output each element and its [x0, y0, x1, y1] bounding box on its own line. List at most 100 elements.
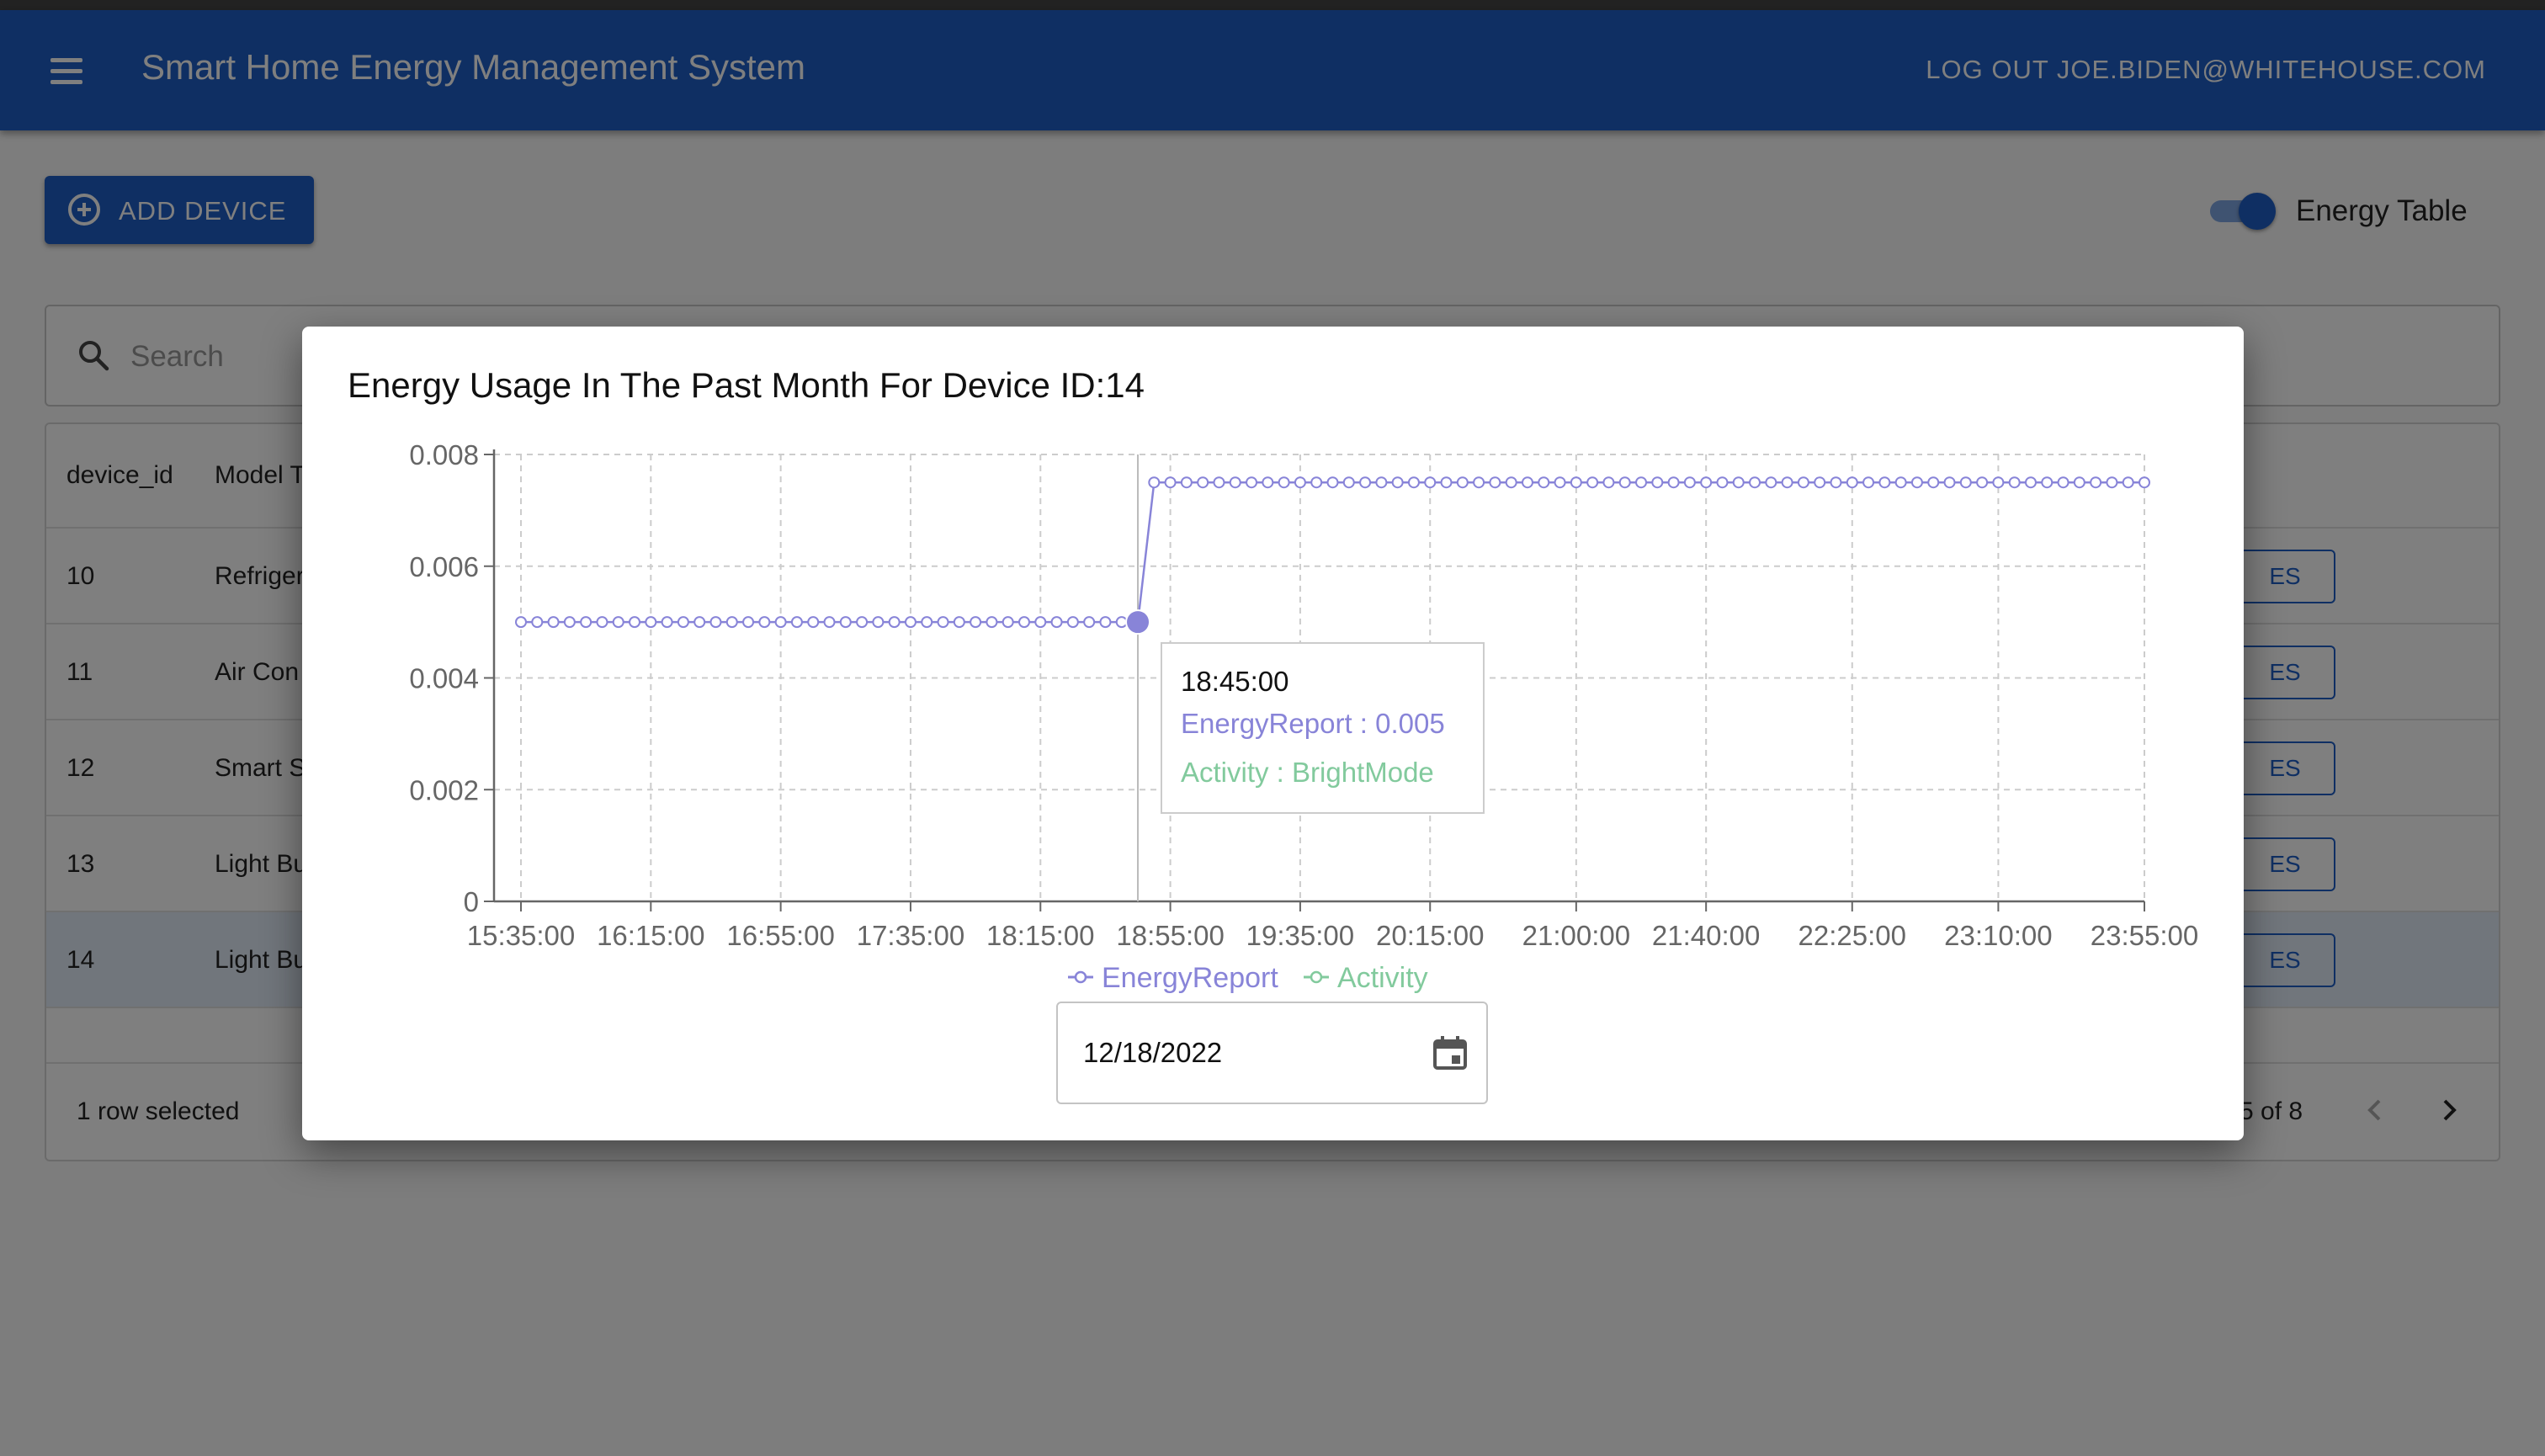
energy-data-point	[2057, 476, 2069, 489]
x-tick-label: 21:40:00	[1652, 920, 1760, 951]
energy-data-point	[725, 616, 738, 629]
tooltip-energy-value: EnergyReport : 0.005	[1181, 708, 1445, 739]
energy-data-point	[629, 616, 641, 629]
energy-data-point	[774, 616, 787, 629]
energy-data-point	[1959, 476, 1972, 489]
energy-data-point	[2024, 476, 2037, 489]
date-picker-input[interactable]: 12/18/2022	[1056, 1002, 1488, 1104]
y-tick-label: 0.008	[409, 439, 479, 470]
energy-data-point	[1943, 476, 1956, 489]
energy-data-point	[1375, 476, 1388, 489]
energy-data-point	[1197, 476, 1209, 489]
chart-tooltip: 18:45:00 EnergyReport : 0.005 Activity :…	[1161, 642, 1485, 814]
energy-data-point	[1554, 476, 1566, 489]
x-tick-label: 23:10:00	[1944, 920, 2052, 951]
energy-data-point	[531, 616, 544, 629]
energy-data-point	[1213, 476, 1225, 489]
energy-data-point	[1846, 476, 1858, 489]
energy-data-point	[1050, 616, 1063, 629]
energy-data-point	[937, 616, 949, 629]
energy-data-point	[790, 616, 803, 629]
energy-series-line	[521, 481, 2144, 624]
energy-data-point	[1878, 476, 1891, 489]
tooltip-activity-value: Activity : BrightMode	[1181, 757, 1434, 788]
energy-data-point	[1066, 616, 1079, 629]
energy-data-point	[1083, 616, 1096, 629]
x-tick-label: 17:35:00	[857, 920, 964, 951]
energy-data-point	[1407, 476, 1420, 489]
energy-data-point	[1456, 476, 1469, 489]
energy-data-point	[1894, 476, 1907, 489]
x-tick-label: 16:15:00	[597, 920, 704, 951]
energy-data-point	[1148, 476, 1161, 489]
energy-data-point	[661, 616, 673, 629]
energy-data-point	[1538, 476, 1550, 489]
x-tick-label: 22:25:00	[1799, 920, 1906, 951]
energy-data-point	[823, 616, 836, 629]
energy-data-point	[2122, 476, 2134, 489]
energy-data-point	[904, 616, 917, 629]
energy-data-point	[1700, 476, 1713, 489]
energy-data-point	[1781, 476, 1793, 489]
energy-data-point	[1570, 476, 1582, 489]
active-data-point[interactable]	[1125, 609, 1151, 635]
legend-swatch-marker	[1074, 970, 1087, 984]
energy-data-point	[1749, 476, 1761, 489]
energy-data-point	[1034, 616, 1047, 629]
energy-data-point	[1489, 476, 1501, 489]
legend-swatch-marker	[1310, 970, 1323, 984]
energy-data-point	[580, 616, 592, 629]
energy-data-point	[1635, 476, 1648, 489]
energy-data-point	[596, 616, 608, 629]
x-tick-label: 23:55:00	[2091, 920, 2198, 951]
energy-data-point	[1099, 616, 1112, 629]
energy-data-point	[1992, 476, 2005, 489]
energy-data-point	[872, 616, 885, 629]
energy-data-point	[515, 616, 527, 629]
energy-data-point	[1002, 616, 1014, 629]
x-tick-label: 16:55:00	[726, 920, 834, 951]
energy-data-point	[1814, 476, 1826, 489]
energy-data-point	[1651, 476, 1664, 489]
x-tick-label: 21:00:00	[1522, 920, 1630, 951]
energy-data-point	[1180, 476, 1193, 489]
legend-label[interactable]: Activity	[1337, 962, 1428, 994]
date-value: 12/18/2022	[1083, 1037, 1223, 1068]
energy-data-point	[1310, 476, 1323, 489]
energy-data-point	[677, 616, 689, 629]
energy-data-point	[2090, 476, 2102, 489]
energy-data-point	[986, 616, 998, 629]
energy-data-point	[547, 616, 560, 629]
calendar-icon[interactable]	[1431, 1034, 1469, 1072]
energy-data-point	[1862, 476, 1875, 489]
x-tick-label: 18:55:00	[1116, 920, 1224, 951]
energy-data-point	[1246, 476, 1258, 489]
energy-data-point	[645, 616, 657, 629]
energy-data-point	[1683, 476, 1696, 489]
energy-data-point	[1440, 476, 1453, 489]
energy-data-point	[807, 616, 820, 629]
y-tick-label: 0	[464, 886, 479, 917]
energy-data-point	[1765, 476, 1777, 489]
energy-data-point	[2041, 476, 2054, 489]
energy-data-point	[742, 616, 755, 629]
energy-data-point	[1294, 476, 1306, 489]
energy-data-point	[693, 616, 706, 629]
energy-data-point	[1586, 476, 1599, 489]
dialog-title: Energy Usage In The Past Month For Devic…	[348, 365, 1145, 405]
energy-data-point	[953, 616, 965, 629]
y-tick-label: 0.002	[409, 774, 479, 805]
energy-data-point	[1976, 476, 1989, 489]
energy-data-point	[1667, 476, 1680, 489]
energy-data-point	[1910, 476, 1923, 489]
energy-data-point	[839, 616, 852, 629]
legend-label[interactable]: EnergyReport	[1102, 962, 1278, 994]
x-tick-label: 20:15:00	[1376, 920, 1484, 951]
energy-data-point	[888, 616, 901, 629]
energy-data-point	[2073, 476, 2085, 489]
energy-data-point	[758, 616, 771, 629]
x-tick-label: 18:15:00	[986, 920, 1094, 951]
energy-data-point	[2139, 476, 2150, 489]
energy-data-point	[1391, 476, 1404, 489]
energy-data-point	[563, 616, 576, 629]
